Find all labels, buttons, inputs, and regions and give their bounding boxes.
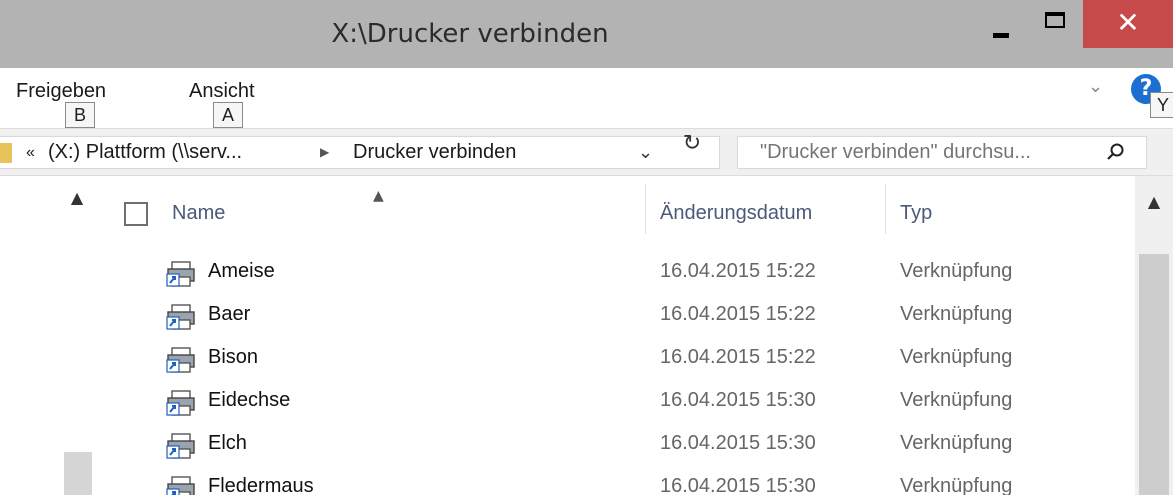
file-date: 16.04.2015 15:22 (660, 260, 816, 282)
printer-shortcut-icon (166, 476, 195, 495)
nav-scroll-up-icon[interactable]: ▲ (62, 188, 92, 207)
file-name[interactable]: Elch (208, 432, 247, 455)
table-row[interactable]: Ameise 16.04.2015 15:22 Verknüpfung (100, 254, 1135, 297)
ribbon-expand-chevron-icon[interactable]: ⌄ (1088, 76, 1103, 97)
file-type: Verknüpfung (900, 389, 1013, 411)
file-name[interactable]: Ameise (208, 260, 275, 283)
tab-freigeben[interactable]: Freigeben (16, 80, 106, 103)
file-type: Verknüpfung (900, 432, 1013, 454)
file-type: Verknüpfung (900, 260, 1013, 282)
title-bar: X:\Drucker verbinden ✕ (0, 0, 1173, 68)
file-name[interactable]: Eidechse (208, 389, 290, 412)
search-input[interactable] (760, 141, 1090, 164)
printer-shortcut-icon (166, 347, 195, 373)
table-row[interactable]: Elch 16.04.2015 15:30 Verknüpfung (100, 426, 1135, 469)
file-list-pane: ▲ ▲ Name Änderungsdatum Typ Ameise 16.04.… (0, 176, 1173, 495)
keytip-help: Y (1150, 92, 1173, 118)
column-divider[interactable] (645, 184, 646, 234)
file-date: 16.04.2015 15:30 (660, 432, 816, 454)
ribbon: Freigeben B Ansicht A (0, 68, 1173, 128)
printer-shortcut-icon (166, 390, 195, 416)
search-icon[interactable] (1106, 142, 1126, 162)
close-button[interactable]: ✕ (1083, 0, 1173, 48)
table-row[interactable]: Baer 16.04.2015 15:22 Verknüpfung (100, 297, 1135, 340)
address-bar: « (X:) Plattform (\\serv... ▶ Drucker ve… (0, 128, 1173, 176)
scroll-up-icon[interactable]: ▲ (1135, 192, 1173, 211)
address-dropdown-icon[interactable]: ⌄ (638, 142, 653, 163)
file-date: 16.04.2015 15:22 (660, 346, 816, 368)
nav-scroll-thumb[interactable] (64, 452, 92, 495)
file-type: Verknüpfung (900, 303, 1013, 325)
window-title: X:\Drucker verbinden (331, 19, 609, 49)
minimize-button[interactable] (975, 0, 1025, 48)
vertical-scrollbar[interactable]: ▲ (1135, 176, 1173, 495)
close-icon: ✕ (1116, 6, 1140, 39)
sort-ascending-icon: ▲ (373, 188, 384, 204)
file-date: 16.04.2015 15:30 (660, 389, 816, 411)
file-type: Verknüpfung (900, 346, 1013, 368)
file-date: 16.04.2015 15:30 (660, 475, 816, 495)
scroll-thumb[interactable] (1139, 254, 1169, 495)
file-date: 16.04.2015 15:22 (660, 303, 816, 325)
table-row[interactable]: Eidechse 16.04.2015 15:30 Verknüpfung (100, 383, 1135, 426)
table-row[interactable]: Bison 16.04.2015 15:22 Verknüpfung (100, 340, 1135, 383)
keytip-freigeben: B (65, 102, 95, 128)
breadcrumb[interactable]: « (X:) Plattform (\\serv... ▶ Drucker ve… (0, 136, 720, 169)
select-all-checkbox[interactable] (124, 202, 148, 226)
breadcrumb-item-drucker[interactable]: Drucker verbinden (353, 141, 516, 164)
search-box[interactable] (737, 136, 1147, 169)
file-name[interactable]: Fledermaus (208, 475, 314, 495)
breadcrumb-item-plattform[interactable]: (X:) Plattform (\\serv... (48, 141, 242, 164)
column-header-name[interactable]: Name (172, 202, 225, 242)
printer-shortcut-icon (166, 261, 195, 287)
maximize-icon (1045, 12, 1065, 28)
printer-shortcut-icon (166, 433, 195, 459)
folder-icon (0, 143, 12, 163)
navigation-scrollbar[interactable]: ▲ (62, 188, 92, 495)
minimize-icon (993, 33, 1009, 38)
keytip-ansicht: A (213, 102, 243, 128)
breadcrumb-separator-icon[interactable]: ▶ (320, 145, 329, 159)
breadcrumb-overflow[interactable]: « (26, 144, 35, 162)
refresh-icon[interactable]: ↻ (672, 131, 712, 164)
maximize-button[interactable] (1030, 0, 1080, 48)
column-header-date[interactable]: Änderungsdatum (660, 202, 812, 242)
file-name[interactable]: Baer (208, 303, 250, 326)
file-type: Verknüpfung (900, 475, 1013, 495)
table-row[interactable]: Fledermaus 16.04.2015 15:30 Verknüpfung (100, 469, 1135, 495)
column-header-type[interactable]: Typ (900, 202, 932, 242)
printer-shortcut-icon (166, 304, 195, 330)
column-divider[interactable] (885, 184, 886, 234)
file-name[interactable]: Bison (208, 346, 258, 369)
tab-ansicht[interactable]: Ansicht (189, 80, 255, 103)
